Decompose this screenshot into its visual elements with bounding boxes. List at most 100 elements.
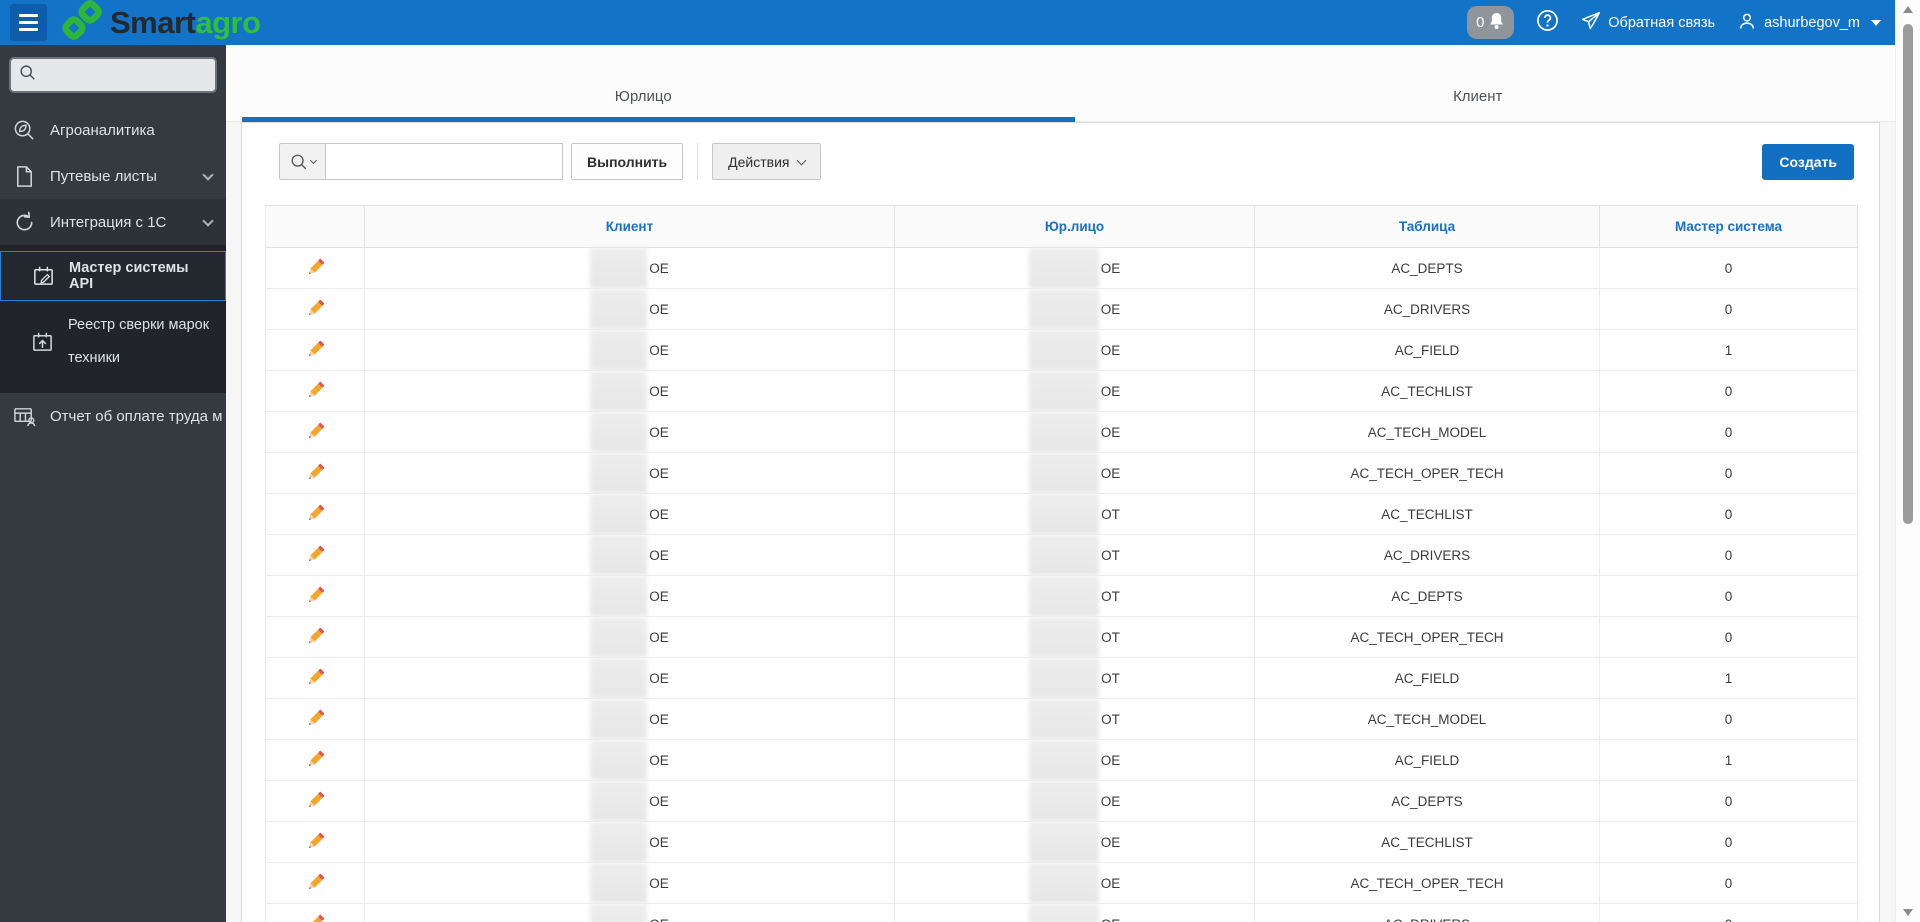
sidebar-item-label: Агроаналитика <box>50 121 155 139</box>
chevron-down-icon <box>309 156 317 164</box>
client-cell: ОЕ <box>365 412 895 453</box>
edit-row-button[interactable] <box>304 667 326 689</box>
report-search-input[interactable] <box>325 143 563 180</box>
master-system-cell: 0 <box>1600 494 1858 535</box>
execute-button[interactable]: Выполнить <box>571 143 684 180</box>
table-row: ОЕ ОЕ AC_DRIVERS 0 <box>265 289 1858 330</box>
table-name-cell: AC_TECHLIST <box>1255 371 1600 412</box>
pencil-icon <box>308 545 325 562</box>
redacted-text <box>590 904 648 922</box>
pencil-icon <box>308 258 325 275</box>
redacted-text <box>590 412 648 452</box>
tab-legal-entity[interactable]: Юрлицо <box>226 45 1074 122</box>
sidebar-item-payroll-report[interactable]: Отчет об оплате труда м <box>0 393 226 439</box>
pencil-icon <box>308 791 325 808</box>
master-system-cell: 0 <box>1600 576 1858 617</box>
edit-row-button[interactable] <box>304 913 326 922</box>
edit-row-button[interactable] <box>304 503 326 525</box>
redacted-text <box>590 289 648 329</box>
entity-cell: ОЕ <box>895 863 1255 904</box>
entity-cell: ОЕ <box>895 289 1255 330</box>
sidebar-item-master-system-api[interactable]: Мастер системы API <box>0 251 226 301</box>
edit-row-button[interactable] <box>304 298 326 320</box>
edit-cell <box>265 289 365 330</box>
edit-row-button[interactable] <box>304 708 326 730</box>
edit-cell <box>265 576 365 617</box>
client-cell: ОЕ <box>365 863 895 904</box>
edit-row-button[interactable] <box>304 339 326 361</box>
tab-client[interactable]: Клиент <box>1061 45 1896 121</box>
search-scope-button[interactable] <box>279 143 325 180</box>
table-row: ОЕ ОЕ AC_DEPTS 0 <box>265 248 1858 289</box>
entity-cell: ОЕ <box>895 248 1255 289</box>
redacted-text <box>590 371 648 411</box>
sidebar-search-input[interactable] <box>42 67 223 83</box>
chevron-down-icon <box>796 155 806 165</box>
master-system-cell: 0 <box>1600 781 1858 822</box>
actions-dropdown-button[interactable]: Действия <box>712 143 821 180</box>
table-header-row: Клиент Юр.лицо Таблица Мастер система <box>265 205 1858 248</box>
edit-row-button[interactable] <box>304 380 326 402</box>
edit-row-button[interactable] <box>304 790 326 812</box>
edit-row-button[interactable] <box>304 257 326 279</box>
notification-count-badge: 0 <box>1476 14 1485 31</box>
entity-cell: ОЕ <box>895 371 1255 412</box>
master-system-cell: 0 <box>1600 248 1858 289</box>
edit-row-button[interactable] <box>304 462 326 484</box>
edit-row-button[interactable] <box>304 544 326 566</box>
table-name-cell: AC_TECH_MODEL <box>1255 412 1600 453</box>
column-header-table[interactable]: Таблица <box>1255 205 1600 248</box>
entity-cell: ОТ <box>895 658 1255 699</box>
search-icon <box>19 64 36 86</box>
entity-cell: ОЕ <box>895 822 1255 863</box>
edit-row-button[interactable] <box>304 872 326 894</box>
feedback-link[interactable]: Обратная связь <box>1581 11 1715 35</box>
paper-plane-icon <box>1581 11 1601 35</box>
redacted-text <box>1028 863 1099 903</box>
entity-cell: ОТ <box>895 699 1255 740</box>
redacted-text <box>590 248 648 288</box>
vertical-scrollbar[interactable] <box>1895 0 1920 922</box>
edit-row-button[interactable] <box>304 749 326 771</box>
scroll-down-arrow-icon[interactable] <box>1903 909 1913 916</box>
notifications-button[interactable]: 0 <box>1467 6 1515 39</box>
table-name-cell: AC_DRIVERS <box>1255 535 1600 576</box>
create-button[interactable]: Создать <box>1762 143 1854 180</box>
sidebar-item-waybills[interactable]: Путевые листы <box>0 153 226 199</box>
pencil-icon <box>308 422 325 439</box>
brand-logo[interactable]: Smartagro <box>61 0 261 45</box>
edit-row-button[interactable] <box>304 626 326 648</box>
scroll-up-arrow-icon[interactable] <box>1903 6 1913 13</box>
help-button[interactable] <box>1536 9 1559 36</box>
column-header-entity[interactable]: Юр.лицо <box>895 205 1255 248</box>
table-name-cell: AC_TECH_OPER_TECH <box>1255 863 1600 904</box>
table-name-cell: AC_DEPTS <box>1255 781 1600 822</box>
edit-row-button[interactable] <box>304 831 326 853</box>
edit-row-button[interactable] <box>304 421 326 443</box>
sidebar-item-agroanalytics[interactable]: Агроаналитика <box>0 107 226 153</box>
pencil-icon <box>308 832 325 849</box>
sidebar-item-integration-1c[interactable]: Интеграция с 1С <box>0 199 226 245</box>
sidebar: Агроаналитика Путевые листы Интеграция с… <box>0 45 226 922</box>
column-header-client[interactable]: Клиент <box>365 205 895 248</box>
client-cell: ОЕ <box>365 371 895 412</box>
client-cell: ОЕ <box>365 535 895 576</box>
scrollbar-thumb[interactable] <box>1903 24 1913 524</box>
entity-cell: ОТ <box>895 576 1255 617</box>
master-system-cell: 0 <box>1600 371 1858 412</box>
redacted-text <box>1029 494 1100 534</box>
redacted-text <box>590 330 648 370</box>
edit-cell <box>265 494 365 535</box>
sidebar-item-registry-marks[interactable]: Реестр сверки марок техники <box>0 301 226 383</box>
topbar: Smartagro 0 Обратная связь ashurbegov_m <box>0 0 1895 45</box>
table-row: ОЕ ОЕ AC_TECH_MODEL 0 <box>265 412 1858 453</box>
column-header-master[interactable]: Мастер система <box>1600 205 1858 248</box>
edit-row-button[interactable] <box>304 585 326 607</box>
master-system-cell: 0 <box>1600 289 1858 330</box>
table-name-cell: AC_TECH_OPER_TECH <box>1255 453 1600 494</box>
edit-cell <box>265 781 365 822</box>
entity-cell: ОЕ <box>895 781 1255 822</box>
hamburger-menu-button[interactable] <box>10 4 47 41</box>
user-menu[interactable]: ashurbegov_m <box>1737 11 1881 35</box>
sidebar-item-label: Интеграция с 1С <box>50 213 167 231</box>
